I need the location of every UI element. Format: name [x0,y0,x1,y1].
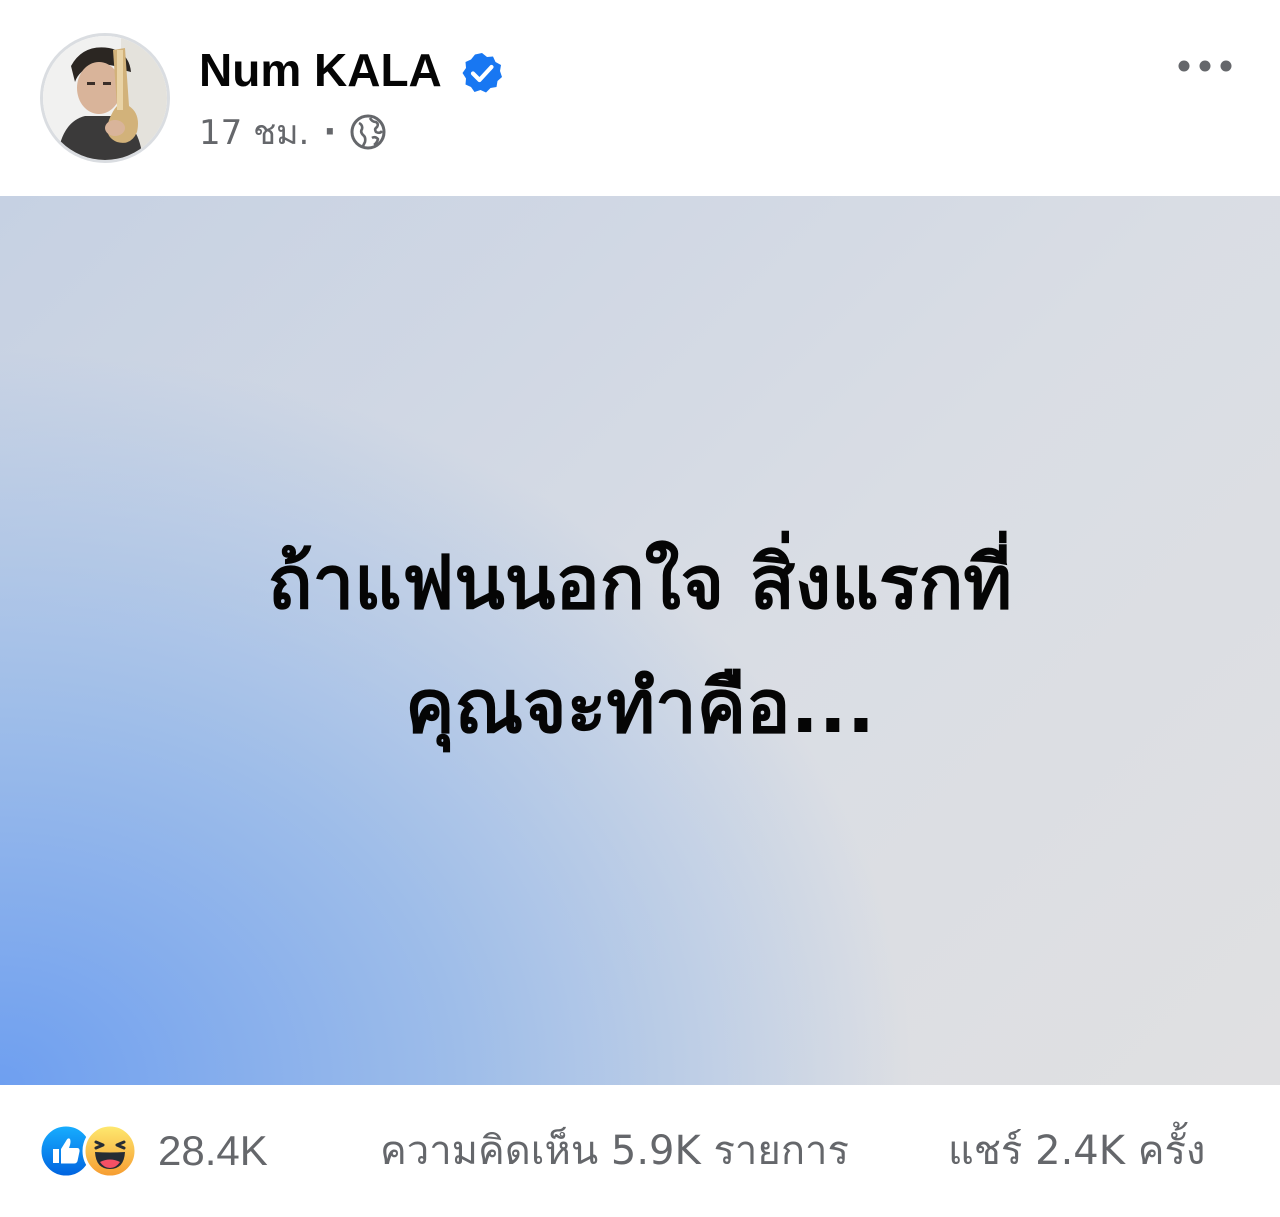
more-options-icon [1178,60,1232,72]
more-options-button[interactable] [1172,46,1238,86]
reaction-icons[interactable] [38,1123,148,1179]
shares-count[interactable]: แชร์ 2.4K ครั้ง [948,1122,1205,1180]
author-name[interactable]: Num KALA [199,40,442,100]
reactions-count[interactable]: 28.4K [158,1122,268,1180]
post-header: Num KALA 17 ชม. · [0,0,1280,196]
verified-badge-icon [462,53,502,93]
comments-count[interactable]: ความคิดเห็น 5.9K รายการ [380,1122,849,1180]
post-meta: 17 ชม. · [199,107,388,157]
post-timestamp[interactable]: 17 ชม. [199,105,309,159]
post-text-line-1: ถ้าแฟนนอกใจ สิ่งแรกที่ [267,540,1013,626]
post-content[interactable]: ถ้าแฟนนอกใจ สิ่งแรกที่ คุณจะทำคือ... [0,196,1280,1085]
post-text-line-2: คุณจะทำคือ... [405,664,875,750]
profile-photo-icon [43,36,167,160]
author-avatar[interactable] [40,33,170,163]
haha-icon [82,1123,138,1179]
meta-separator: · [323,112,337,152]
globe-icon [350,114,386,150]
